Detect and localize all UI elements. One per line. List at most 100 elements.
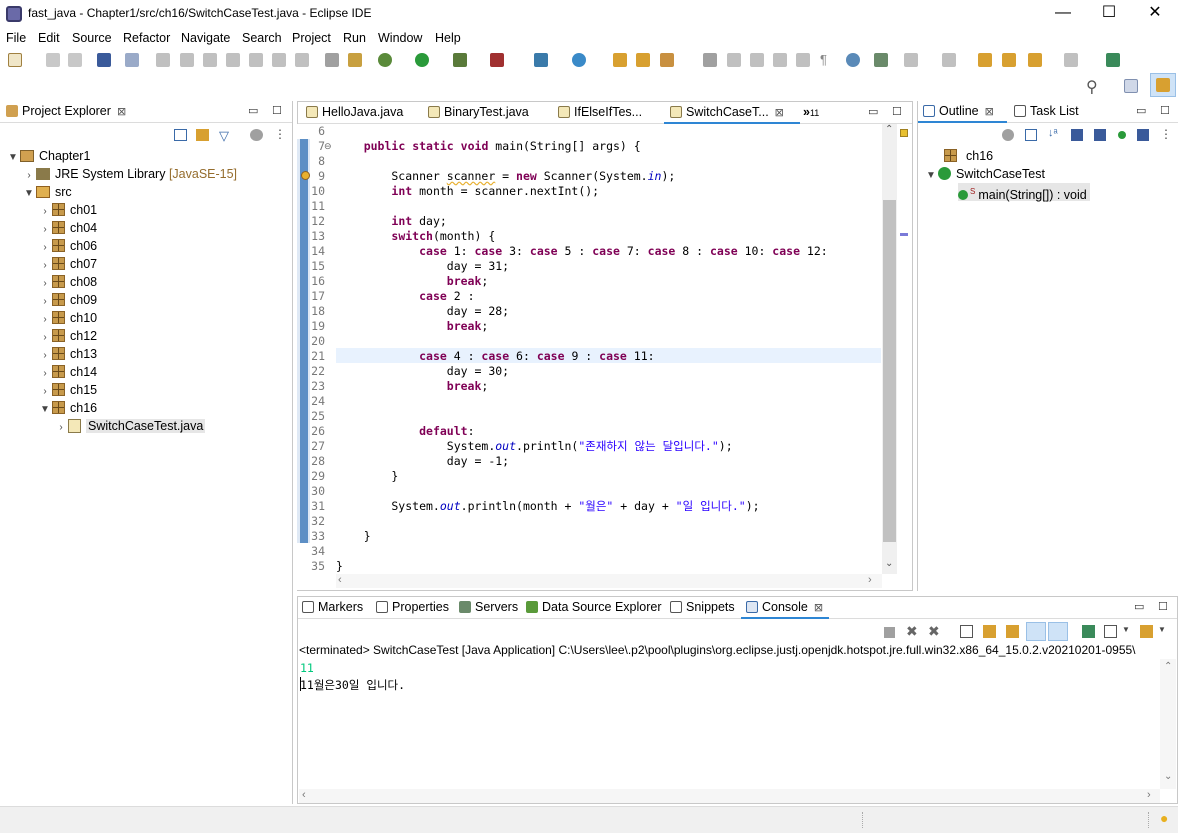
maximize-view-button[interactable]: ☐ <box>892 105 902 118</box>
minimize-view-button[interactable]: ▭ <box>1136 104 1146 117</box>
run-icon[interactable] <box>415 53 429 67</box>
tab-properties[interactable]: Properties <box>376 600 449 614</box>
code-line[interactable]: 13 switch(month) { <box>297 229 882 244</box>
code-line[interactable]: 8 <box>297 154 882 169</box>
chevron-down-icon[interactable]: ▼ <box>924 167 938 185</box>
code-line[interactable]: 10 int month = scanner.nextInt(); <box>297 184 882 199</box>
code-line[interactable]: 30 <box>297 484 882 499</box>
link-with-editor-icon[interactable] <box>196 129 209 141</box>
chevron-down-icon[interactable]: ▼ <box>22 185 36 203</box>
code-line[interactable]: 33 } <box>297 529 882 544</box>
display-console-icon[interactable] <box>1104 625 1117 638</box>
minimize-view-button[interactable]: ▭ <box>868 105 878 118</box>
tree-item-package[interactable]: › ch12 <box>38 327 97 345</box>
remove-all-icon[interactable]: ✖ <box>928 623 940 640</box>
editor-horizontal-scrollbar[interactable]: ‹ › <box>336 574 882 588</box>
collapse-all-icon[interactable] <box>1025 129 1037 141</box>
tab-snippets[interactable]: Snippets <box>670 600 735 614</box>
tree-item-package[interactable]: › ch06 <box>38 237 97 255</box>
open-console-icon[interactable] <box>1140 625 1153 638</box>
resume-icon[interactable] <box>156 53 170 67</box>
minimize-button[interactable]: — <box>1040 0 1086 28</box>
tree-item-package[interactable]: › ch07 <box>38 255 97 273</box>
open-perspective-icon[interactable] <box>1124 79 1138 93</box>
menu-refactor[interactable]: Refactor <box>123 31 170 45</box>
pin-editor-icon[interactable] <box>1106 53 1120 67</box>
close-icon[interactable]: ⊠ <box>814 602 823 614</box>
scroll-up-icon[interactable]: ⌃ <box>885 124 893 135</box>
coverage-icon[interactable] <box>453 53 467 67</box>
globe-icon[interactable] <box>846 53 860 67</box>
chevron-down-icon[interactable]: ▼ <box>6 149 20 167</box>
save-icon[interactable] <box>46 53 60 67</box>
last-edit-icon[interactable] <box>978 53 992 67</box>
terminate-icon[interactable] <box>884 627 895 638</box>
tab-ifelseiftest[interactable]: IfElseIfTes... <box>558 105 642 119</box>
prev-annotation-icon[interactable] <box>942 53 956 67</box>
external-tools-icon[interactable] <box>490 53 504 67</box>
code-line[interactable]: 7 public static void main(String[] args)… <box>297 139 882 154</box>
hide-non-public-icon[interactable] <box>1118 131 1126 139</box>
hide-fields-icon[interactable] <box>1071 129 1083 141</box>
toggle-edit-icon[interactable] <box>727 53 741 67</box>
search-tool-icon[interactable] <box>660 53 674 67</box>
focus-icon[interactable] <box>250 129 263 141</box>
filter-icon[interactable]: ▽ <box>219 128 229 144</box>
scroll-right-icon[interactable]: › <box>1147 789 1151 801</box>
step-over-icon[interactable] <box>272 53 286 67</box>
hide-static-icon[interactable] <box>1094 129 1106 141</box>
code-editor[interactable]: 67 public static void main(String[] args… <box>297 124 897 590</box>
terminate-icon[interactable] <box>203 53 217 67</box>
tree-item-project[interactable]: ▼ Chapter1 <box>6 147 90 165</box>
debug-icon[interactable] <box>378 53 392 67</box>
menu-file[interactable]: File <box>6 31 26 45</box>
menu-search[interactable]: Search <box>242 31 282 45</box>
scroll-right-icon[interactable]: › <box>868 574 872 586</box>
code-line[interactable]: 20 <box>297 334 882 349</box>
pin-console-icon[interactable] <box>1082 625 1095 638</box>
word-wrap-icon[interactable] <box>1006 625 1019 638</box>
show-on-output-button[interactable] <box>1026 622 1046 641</box>
minimize-view-button[interactable]: ▭ <box>1134 600 1144 613</box>
code-line[interactable]: 26 default: <box>297 424 882 439</box>
code-line[interactable]: 24 <box>297 394 882 409</box>
console-vertical-scrollbar[interactable]: ⌃ ⌄ <box>1160 659 1176 789</box>
editor-vertical-scrollbar[interactable]: ⌃ ⌄ <box>882 124 897 574</box>
terminal-icon[interactable] <box>97 53 111 67</box>
toggle-mark-occurrences-icon[interactable] <box>703 53 717 67</box>
maximize-view-button[interactable]: ☐ <box>1160 104 1170 117</box>
disconnect-icon[interactable] <box>226 53 240 67</box>
java-perspective-button[interactable] <box>1150 73 1176 97</box>
chevron-right-icon[interactable]: › <box>54 419 68 437</box>
chevron-down-icon[interactable]: ▼ <box>38 401 52 419</box>
code-line[interactable]: 34 <box>297 544 882 559</box>
maximize-view-button[interactable]: ☐ <box>272 104 282 117</box>
annotation-icon[interactable] <box>750 53 764 67</box>
tab-switchcasetest[interactable]: SwitchCaseT... ⊠ <box>670 105 784 119</box>
scroll-thumb[interactable] <box>883 200 896 542</box>
more-tabs-button[interactable]: »11 <box>803 105 819 119</box>
tab-task-list[interactable]: Task List <box>1014 104 1079 118</box>
view-menu-icon[interactable]: ⋮ <box>274 127 286 141</box>
overview-occurrence-mark[interactable] <box>900 233 908 236</box>
tab-console[interactable]: Console ⊠ <box>746 600 823 614</box>
open-type-icon[interactable] <box>613 53 627 67</box>
code-line[interactable]: 31 System.out.println(month + "월은" + day… <box>297 499 882 514</box>
tree-item-package[interactable]: › ch01 <box>38 201 97 219</box>
scroll-up-icon[interactable]: ⌃ <box>1164 661 1172 672</box>
code-line[interactable]: 11 <box>297 199 882 214</box>
code-line[interactable]: 22 day = 30; <box>297 364 882 379</box>
tab-servers[interactable]: Servers <box>459 600 518 614</box>
whitespace-icon[interactable]: ¶ <box>820 53 834 67</box>
use-step-filters-icon[interactable] <box>348 53 362 67</box>
tab-project-explorer[interactable]: Project Explorer ⊠ <box>6 104 126 118</box>
drop-to-frame-icon[interactable] <box>325 53 339 67</box>
code-line[interactable]: 32 <box>297 514 882 529</box>
minimize-view-button[interactable]: ▭ <box>248 104 258 117</box>
code-line[interactable]: 12 int day; <box>297 214 882 229</box>
code-line[interactable]: 23 break; <box>297 379 882 394</box>
new-class-icon[interactable] <box>572 53 586 67</box>
tree-item-src[interactable]: ▼ src <box>22 183 72 201</box>
outline-item-method[interactable]: Smain(String[]) : void <box>958 183 1090 202</box>
back-icon[interactable] <box>1028 53 1042 67</box>
